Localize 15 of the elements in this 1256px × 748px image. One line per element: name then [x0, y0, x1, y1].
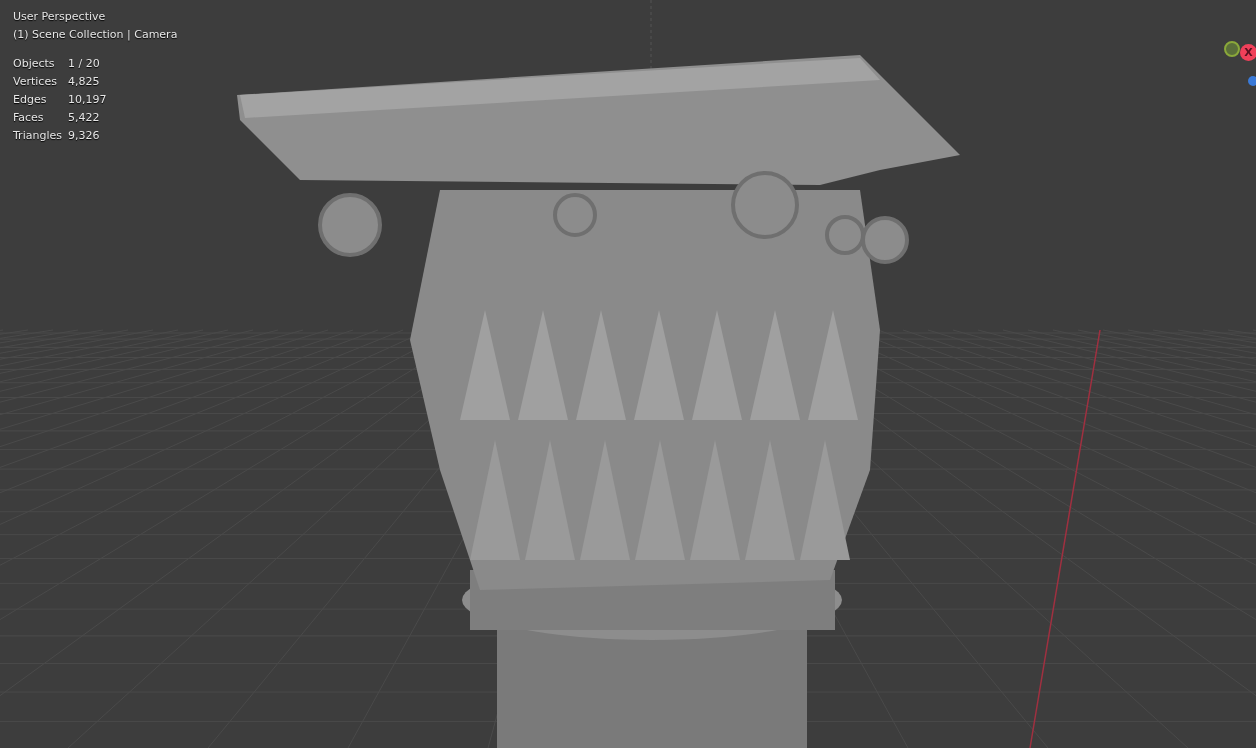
stat-value: 10,197 [68, 92, 108, 108]
stat-value: 1 / 20 [68, 56, 101, 72]
stat-label: Faces [13, 110, 45, 126]
z-axis-handle[interactable] [1248, 76, 1256, 86]
collection-label: (1) Scene Collection | Camera [13, 27, 178, 43]
stat-value: 9,326 [68, 128, 101, 144]
stat-value: 4,825 [68, 74, 101, 90]
stat-label: Vertices [13, 74, 58, 90]
x-axis-handle[interactable]: X [1240, 44, 1256, 61]
view-name: User Perspective [13, 9, 107, 25]
stat-value: 5,422 [68, 110, 101, 126]
stat-label: Edges [13, 92, 48, 108]
stat-label: Triangles [13, 128, 63, 144]
y-axis-handle[interactable] [1224, 41, 1240, 57]
stat-label: Objects [13, 56, 56, 72]
